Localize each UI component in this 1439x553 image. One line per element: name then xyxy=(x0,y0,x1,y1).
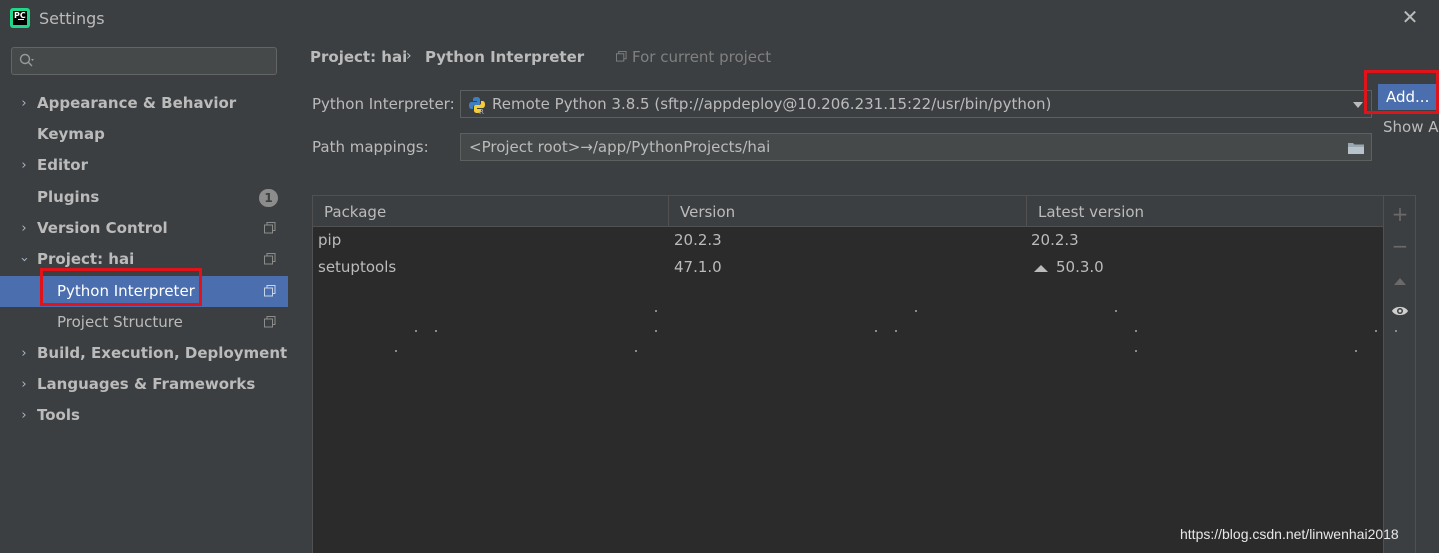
chevron-right-icon: › xyxy=(21,346,27,361)
artifact-dot xyxy=(1115,310,1117,312)
sidebar-item-label: Project Structure xyxy=(57,313,183,331)
chevron-right-icon: › xyxy=(21,158,27,173)
chevron-right-icon: › xyxy=(21,96,27,111)
path-mappings-label: Path mappings: xyxy=(312,138,429,156)
column-header-version[interactable]: Version xyxy=(669,196,1027,226)
eye-icon xyxy=(1392,306,1408,316)
package-name: setuptools xyxy=(318,258,397,276)
column-header-package[interactable]: Package xyxy=(313,196,669,226)
interpreter-label: Python Interpreter: xyxy=(312,95,455,113)
sidebar-item-plugins[interactable]: Plugins 1 xyxy=(0,182,288,213)
artifact-dot xyxy=(1375,330,1377,332)
project-scope-icon xyxy=(264,253,276,265)
notification-badge: 1 xyxy=(259,189,278,207)
chevron-down-icon: › xyxy=(16,256,32,263)
sidebar-item-label: Version Control xyxy=(37,219,168,237)
artifact-dot xyxy=(1355,350,1357,352)
add-popup-menu: Add... Show All... xyxy=(1378,84,1439,142)
package-version: 47.1.0 xyxy=(674,258,722,276)
show-early-releases-button[interactable] xyxy=(1388,298,1412,322)
project-scope-icon xyxy=(264,316,276,328)
project-scope-icon xyxy=(616,51,627,62)
artifact-dot xyxy=(395,350,397,352)
upgrade-available-icon xyxy=(1034,265,1048,272)
breadcrumb-separator: › xyxy=(406,48,412,64)
add-interpreter-menu-item[interactable]: Add... xyxy=(1378,84,1439,110)
artifact-dot xyxy=(1135,350,1137,352)
sidebar-item-editor[interactable]: › Editor xyxy=(0,150,288,181)
sidebar-item-label: Editor xyxy=(37,156,88,174)
page-title: Python Interpreter xyxy=(425,48,585,66)
artifact-dot xyxy=(435,330,437,332)
sidebar-item-appearance-behavior[interactable]: › Appearance & Behavior xyxy=(0,88,288,119)
uninstall-package-button[interactable]: − xyxy=(1388,234,1412,258)
sidebar-item-python-interpreter[interactable]: Python Interpreter xyxy=(0,276,288,307)
table-row[interactable]: pip 20.2.3 20.2.3 xyxy=(313,227,1383,254)
artifact-dot xyxy=(415,330,417,332)
upgrade-package-button[interactable] xyxy=(1388,267,1412,291)
scope-label: For current project xyxy=(632,48,772,66)
artifact-dot xyxy=(1395,330,1397,332)
project-scope-icon xyxy=(264,222,276,234)
sidebar-item-label: Languages & Frameworks xyxy=(37,375,256,393)
sidebar-item-languages-frameworks[interactable]: › Languages & Frameworks xyxy=(0,369,288,400)
folder-icon[interactable] xyxy=(1347,141,1365,155)
chevron-right-icon: › xyxy=(21,408,27,423)
packages-table: Package Version Latest version pip 20.2.… xyxy=(312,195,1384,553)
artifact-dot xyxy=(655,330,657,332)
path-mappings-value: <Project root>→/app/PythonProjects/hai xyxy=(469,138,771,156)
interpreter-select[interactable]: R Remote Python 3.8.5 (sftp://appdeploy@… xyxy=(460,90,1372,118)
sidebar-item-label: Appearance & Behavior xyxy=(37,94,237,112)
search-input[interactable] xyxy=(11,47,277,75)
sidebar-item-project-structure[interactable]: Project Structure xyxy=(0,307,288,338)
sidebar-item-label: Plugins xyxy=(37,188,100,206)
chevron-right-icon: › xyxy=(21,377,27,392)
settings-sidebar: › Appearance & Behavior Keymap › Editor … xyxy=(0,36,288,553)
window-title: Settings xyxy=(39,9,105,28)
artifact-dot xyxy=(1135,330,1137,332)
interpreter-value: Remote Python 3.8.5 (sftp://appdeploy@10… xyxy=(492,95,1052,113)
packages-toolbar: + − xyxy=(1384,195,1416,553)
artifact-dot xyxy=(635,350,637,352)
package-name: pip xyxy=(318,231,342,249)
sidebar-item-project-hai[interactable]: › Project: hai xyxy=(0,244,288,275)
install-package-button[interactable]: + xyxy=(1388,202,1412,226)
svg-text:R: R xyxy=(479,108,484,114)
chevron-right-icon: › xyxy=(21,221,27,236)
sidebar-item-label: Python Interpreter xyxy=(57,282,195,300)
artifact-dot xyxy=(875,330,877,332)
project-scope-icon xyxy=(264,285,276,297)
package-version: 20.2.3 xyxy=(674,231,722,249)
sidebar-item-label: Project: hai xyxy=(37,250,135,268)
path-mappings-field[interactable]: <Project root>→/app/PythonProjects/hai xyxy=(460,133,1372,161)
sidebar-item-version-control[interactable]: › Version Control xyxy=(0,213,288,244)
package-latest-version: 50.3.0 xyxy=(1056,258,1104,276)
dropdown-arrow-icon[interactable] xyxy=(1353,102,1363,108)
package-latest-version: 20.2.3 xyxy=(1031,231,1079,249)
sidebar-item-label: Tools xyxy=(37,406,80,424)
close-icon[interactable]: ✕ xyxy=(1400,6,1420,28)
title-bar: PC Settings ✕ xyxy=(0,0,1439,36)
sidebar-item-label: Keymap xyxy=(37,125,105,143)
sidebar-item-build-execution-deployment[interactable]: › Build, Execution, Deployment xyxy=(0,338,288,369)
pycharm-logo-icon: PC xyxy=(10,8,30,28)
main-panel: Project: hai › Python Interpreter For cu… xyxy=(288,36,1439,553)
column-header-latest-version[interactable]: Latest version xyxy=(1027,196,1383,226)
search-icon xyxy=(19,53,34,67)
sidebar-item-label: Build, Execution, Deployment xyxy=(37,344,288,362)
table-row[interactable]: setuptools 47.1.0 50.3.0 xyxy=(313,254,1383,281)
triangle-up-icon xyxy=(1394,278,1406,285)
python-remote-icon: R xyxy=(469,97,485,114)
show-all-menu-item[interactable]: Show All... xyxy=(1378,114,1439,140)
artifact-dot xyxy=(915,310,917,312)
sidebar-item-tools[interactable]: › Tools xyxy=(0,400,288,431)
watermark-text: https://blog.csdn.net/linwenhai2018 xyxy=(1180,526,1399,542)
table-header: Package Version Latest version xyxy=(313,196,1383,227)
sidebar-item-keymap[interactable]: Keymap xyxy=(0,119,288,150)
artifact-dot xyxy=(895,330,897,332)
breadcrumb-project[interactable]: Project: hai xyxy=(310,48,407,66)
artifact-dot xyxy=(655,310,657,312)
